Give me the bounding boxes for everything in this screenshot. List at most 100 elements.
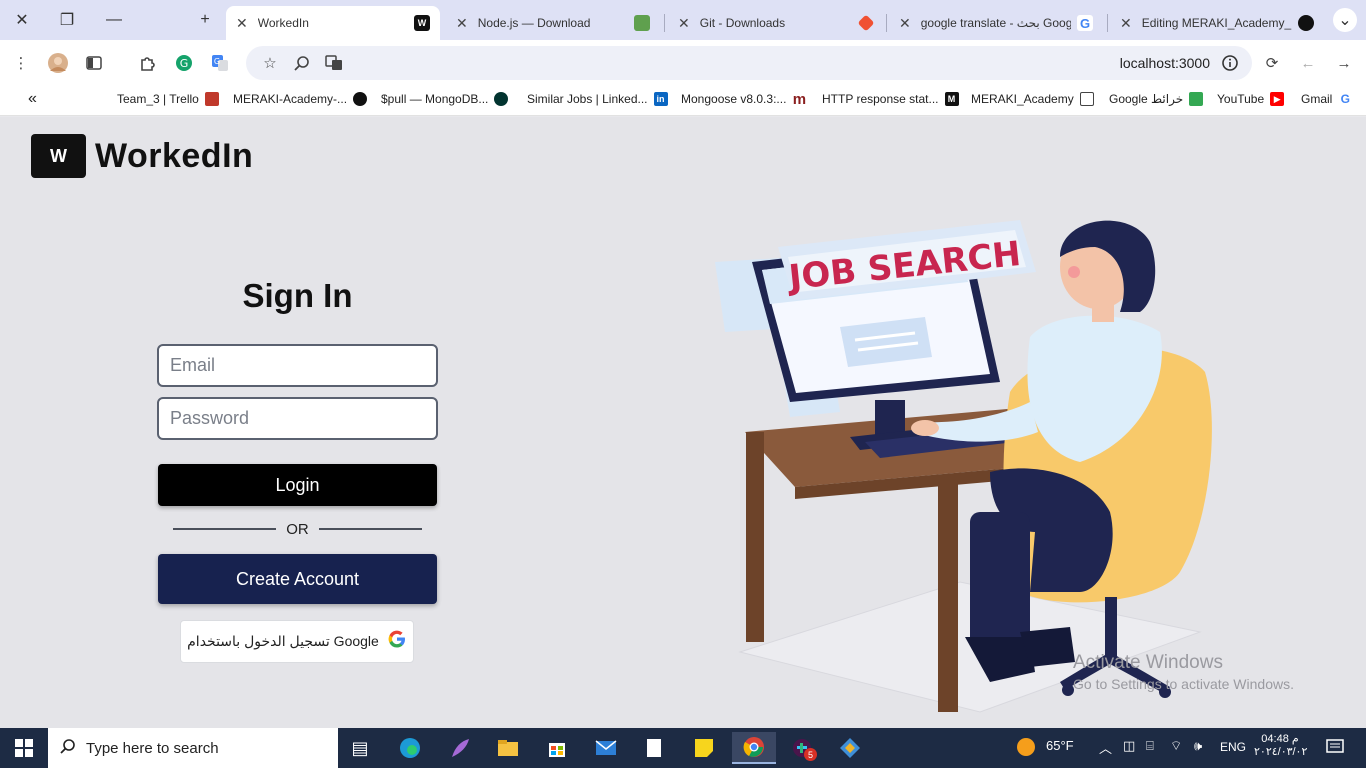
clock-date: ٢٠٢٤/٠٣/٠٢ [1254,746,1308,758]
menu-kebab-icon[interactable]: ⋮ [9,51,33,75]
or-divider: OR [173,519,422,539]
tab-git[interactable]: ✕ Git - Downloads [668,6,882,40]
page-content: W WorkedIn Sign In Login OR Create Accou… [0,117,1366,728]
tab-search-chevron-down-icon[interactable]: ⌄ [1333,8,1357,32]
bookmark-youtube[interactable]: YouTube ▶ [1217,92,1285,106]
back-arrow-icon[interactable]: → [1332,51,1356,75]
language-indicator[interactable]: ENG [1220,740,1246,754]
person-hand [911,420,939,436]
browser-tabstrip: ✕ ❐ — + ✕ WorkedIn W ✕ Node.js — Downloa… [0,0,1366,40]
login-button[interactable]: Login [158,464,437,506]
tab-nodejs[interactable]: ✕ Node.js — Download [446,6,660,40]
mail-icon[interactable] [586,732,626,764]
tab-close-icon[interactable]: ✕ [236,15,248,32]
brand-logo[interactable]: W WorkedIn [31,134,253,178]
forward-arrow-icon[interactable]: ← [1296,51,1320,75]
windows-start-icon[interactable] [0,728,48,768]
weather-sun-icon[interactable] [1016,737,1036,760]
bookmark-google-maps[interactable]: Google خرائط [1109,92,1204,106]
minimize-window-icon[interactable]: — [101,8,127,32]
volume-icon[interactable]: 🕪 [1194,738,1202,754]
bookmarks-overflow-icon[interactable]: « [28,90,37,108]
new-tab-icon[interactable]: + [192,8,218,32]
url-text: localhost:3000 [1119,55,1210,71]
workedin-favicon-icon: W [414,15,430,31]
wifi-icon[interactable]: ⌔ [1170,738,1182,754]
feather-app-icon[interactable] [440,732,480,764]
browser-toolbar: ⋮ G G ☆ localhost:3000 ⟳ ← → [0,40,1366,86]
google-signin-button[interactable]: تسجيل الدخول باستخدام Google [180,620,414,663]
google-maps-icon [1189,92,1204,106]
tab-close-icon[interactable]: ✕ [678,15,690,32]
bookmark-label: MERAKI_Academy [971,92,1074,106]
bookmark-star-icon[interactable]: ☆ [258,51,282,75]
tray-chevron-up-icon[interactable]: ︿ [1099,738,1112,757]
network-icon[interactable]: ⌸ [1146,738,1154,754]
address-bar[interactable]: ☆ localhost:3000 [246,46,1252,80]
gitkraken-icon[interactable] [830,732,870,764]
task-view-icon[interactable]: ▤ [340,732,380,764]
logo-mark: W [31,134,86,178]
grammarly-icon[interactable]: G [172,51,196,75]
tab-close-icon[interactable]: ✕ [456,15,468,32]
tab-github-editing[interactable]: ✕ Editing MERAKI_Academy_P [1110,6,1324,40]
close-window-icon[interactable]: ✕ [9,8,35,32]
microsoft-store-icon[interactable] [537,732,577,764]
site-info-icon[interactable] [1218,51,1242,75]
side-panel-icon[interactable] [82,51,106,75]
search-placeholder: Type here to search [86,739,219,757]
bookmark-mongoose[interactable]: Mongoose v8.0.3:... m [681,90,807,108]
bookmark-label: MERAKI-Academy-... [233,92,348,106]
tab-google-translate[interactable]: ✕ google translate - بحث Goog G [889,6,1103,40]
create-account-button[interactable]: Create Account [158,554,437,604]
email-field[interactable] [157,344,438,387]
google-translate-icon[interactable]: G [208,51,232,75]
folder-icon [1079,92,1094,106]
mdn-icon: M [944,92,959,106]
monitor-stand [875,400,905,435]
file-explorer-icon[interactable] [488,732,528,764]
google-favicon-icon: G [1077,15,1093,31]
chrome-icon[interactable] [732,732,776,764]
reload-icon[interactable]: ⟳ [1260,51,1284,75]
password-field[interactable] [157,397,438,440]
tab-separator [664,14,665,32]
mongoose-icon: m [792,90,807,108]
trello-icon [204,92,219,106]
zoom-icon[interactable] [290,51,314,75]
sticky-notes-icon[interactable] [684,732,724,764]
tab-workedin[interactable]: ✕ WorkedIn W [226,6,440,40]
notification-center-icon[interactable] [1325,737,1345,760]
bookmark-linkedin[interactable]: Similar Jobs | Linked... in [527,92,668,106]
bookmark-trello[interactable]: Team_3 | Trello [117,92,219,106]
tab-separator [886,14,887,32]
bookmark-mongodb[interactable]: $pull — MongoDB... [381,92,509,106]
brand-name: WorkedIn [95,136,254,175]
clock[interactable]: 04:48 م ٢٠٢٤/٠٣/٠٢ [1254,732,1308,758]
tab-close-icon[interactable]: ✕ [1120,15,1132,32]
weather-temperature[interactable]: 65°F [1046,738,1074,753]
bookmark-meraki-github[interactable]: MERAKI-Academy-... [233,92,368,106]
signin-title: Sign In [242,277,353,314]
tab-title: WorkedIn [257,16,309,30]
edge-browser-icon[interactable] [390,732,430,764]
notepad-file-icon[interactable] [634,732,674,764]
translate-page-icon[interactable] [322,51,346,75]
tab-title: Node.js — Download [477,16,591,30]
bookmarks-bar: « Team_3 | Trello MERAKI-Academy-... $pu… [0,86,1366,116]
meet-now-icon[interactable]: ◫ [1123,738,1135,754]
taskbar-search-box[interactable]: Type here to search [48,728,338,768]
restore-window-icon[interactable]: ❐ [54,8,80,32]
nodejs-favicon-icon [634,15,650,31]
extensions-puzzle-icon[interactable] [136,51,160,75]
bookmark-gmail[interactable]: Gmail G [1301,92,1352,106]
slack-icon[interactable]: 5 [782,732,822,764]
tab-title: Editing MERAKI_Academy_P [1141,16,1292,30]
bookmark-mdn[interactable]: HTTP response stat... M [822,92,959,106]
profile-avatar[interactable] [46,51,70,75]
tab-close-icon[interactable]: ✕ [899,15,911,32]
mongodb-icon [494,92,509,106]
google-g-icon [387,629,407,654]
signin-form: Sign In [157,277,438,315]
bookmark-meraki-folder[interactable]: MERAKI_Academy [971,92,1094,106]
